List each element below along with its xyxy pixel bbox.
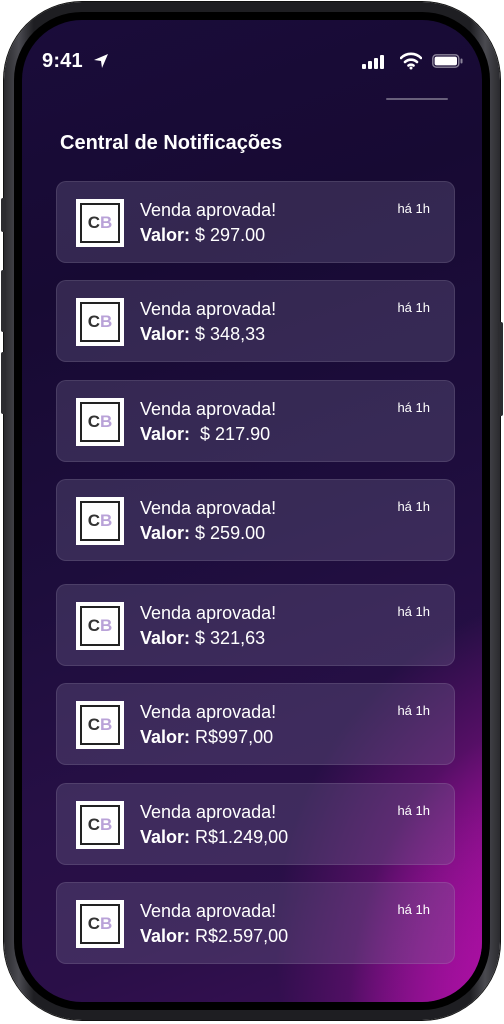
status-time: 9:41 [42, 50, 83, 72]
brand-logo-icon: CB [76, 298, 124, 346]
notification-time: há 1h [397, 400, 430, 415]
power-button [498, 322, 503, 416]
logo-letter-b: B [100, 616, 113, 635]
value-amount: R$2.597,00 [190, 926, 289, 946]
logo-letter-b: B [100, 312, 113, 331]
dynamic-island-handle [386, 98, 448, 100]
notification-time: há 1h [397, 604, 430, 619]
notification-title: Venda aprovada! [140, 399, 277, 419]
wifi-icon [399, 52, 423, 75]
brand-logo-frame: CB [80, 705, 120, 745]
notification-time: há 1h [397, 201, 430, 216]
action-button [1, 198, 6, 232]
volume-up-button [1, 270, 6, 332]
notification-value: Valor: $ 321,63 [140, 628, 265, 649]
brand-logo-icon: CB [76, 497, 124, 545]
notification-title: Venda aprovada! [140, 901, 277, 921]
value-amount: $ 259.00 [190, 523, 266, 543]
value-amount: $ 321,63 [190, 628, 266, 648]
logo-letter-b: B [100, 815, 113, 834]
brand-logo-frame: CB [80, 302, 120, 342]
notification-title: Venda aprovada! [140, 200, 277, 220]
notification-card[interactable]: C B Venda aprovada! Valor: $ 217.90 há 1h [56, 380, 455, 462]
notification-card[interactable]: C B Venda aprovada! Valor: $ 259.00 há 1h [56, 479, 455, 561]
value-label: Valor: [140, 926, 191, 946]
logo-letter-c: C [87, 312, 100, 331]
notification-value: Valor: R$2.597,00 [140, 926, 288, 947]
logo-letter-b: B [100, 213, 113, 232]
brand-logo-icon: CB [76, 398, 124, 446]
value-label: Valor: [140, 523, 191, 543]
logo-letter-b: B [100, 511, 113, 530]
notification-value: Valor: $ 217.90 [140, 424, 270, 445]
value-amount: $ 217.90 [190, 424, 271, 444]
brand-logo-frame: CB [80, 805, 120, 845]
brand-logo-frame: CB [80, 904, 120, 944]
brand-logo-icon: CB [76, 801, 124, 849]
notification-time: há 1h [397, 703, 430, 718]
notification-value: Valor: $ 259.00 [140, 523, 265, 544]
page-title: Central de Notificações [60, 132, 283, 154]
cellular-signal-icon [362, 55, 388, 74]
notification-value: Valor: $ 348,33 [140, 324, 265, 345]
notification-value: Valor: R$1.249,00 [140, 827, 288, 848]
logo-letter-b: B [100, 715, 113, 734]
brand-logo-frame: CB [80, 606, 120, 646]
notification-title: Venda aprovada! [140, 603, 277, 623]
notification-card[interactable]: C B Venda aprovada! Valor: $ 297.00 há 1h [56, 181, 455, 263]
value-amount: $ 348,33 [190, 324, 266, 344]
brand-logo-icon: CB [76, 199, 124, 247]
notification-value: Valor: R$997,00 [140, 727, 273, 748]
notification-card[interactable]: C B Venda aprovada! Valor: R$2.597,00 há 1h [56, 882, 455, 964]
logo-letter-b: B [100, 412, 113, 431]
notification-time: há 1h [397, 902, 430, 917]
logo-letter-c: C [87, 511, 100, 530]
notification-card[interactable]: C B Venda aprovada! Valor: $ 321,63 há 1h [56, 584, 455, 666]
notification-title: Venda aprovada! [140, 299, 277, 319]
logo-letter-c: C [87, 213, 100, 232]
notification-card[interactable]: C B Venda aprovada! Valor: R$997,00 há 1h [56, 683, 455, 765]
notification-title: Venda aprovada! [140, 702, 277, 722]
notification-time: há 1h [397, 300, 430, 315]
value-label: Valor: [140, 424, 191, 444]
logo-letter-b: B [100, 914, 113, 933]
battery-icon [432, 54, 464, 73]
brand-logo-icon: CB [76, 602, 124, 650]
value-label: Valor: [140, 727, 191, 747]
notification-card[interactable]: C B Venda aprovada! Valor: R$1.249,00 há 1h [56, 783, 455, 865]
brand-logo-frame: CB [80, 203, 120, 243]
value-label: Valor: [140, 324, 191, 344]
notification-time: há 1h [397, 499, 430, 514]
logo-letter-c: C [87, 412, 100, 431]
notification-title: Venda aprovada! [140, 802, 277, 822]
logo-letter-c: C [87, 914, 100, 933]
status-bar: 9:41 [22, 20, 482, 80]
value-label: Valor: [140, 225, 191, 245]
volume-down-button [1, 352, 6, 414]
value-amount: R$1.249,00 [190, 827, 289, 847]
logo-letter-c: C [87, 715, 100, 734]
value-label: Valor: [140, 827, 191, 847]
brand-logo-icon: CB [76, 701, 124, 749]
brand-logo-frame: CB [80, 402, 120, 442]
logo-letter-c: C [87, 616, 100, 635]
value-amount: $ 297.00 [190, 225, 266, 245]
notification-card[interactable]: C B Venda aprovada! Valor: $ 348,33 há 1h [56, 280, 455, 362]
notification-value: Valor: $ 297.00 [140, 225, 265, 246]
brand-logo-frame: CB [80, 501, 120, 541]
notification-title: Venda aprovada! [140, 498, 277, 518]
value-amount: R$997,00 [190, 727, 274, 747]
location-arrow-icon [93, 53, 109, 74]
brand-logo-icon: CB [76, 900, 124, 948]
notification-time: há 1h [397, 803, 430, 818]
screen: 9:41 Central de Notificações C B Venda a… [22, 20, 482, 1002]
logo-letter-c: C [87, 815, 100, 834]
value-label: Valor: [140, 628, 191, 648]
